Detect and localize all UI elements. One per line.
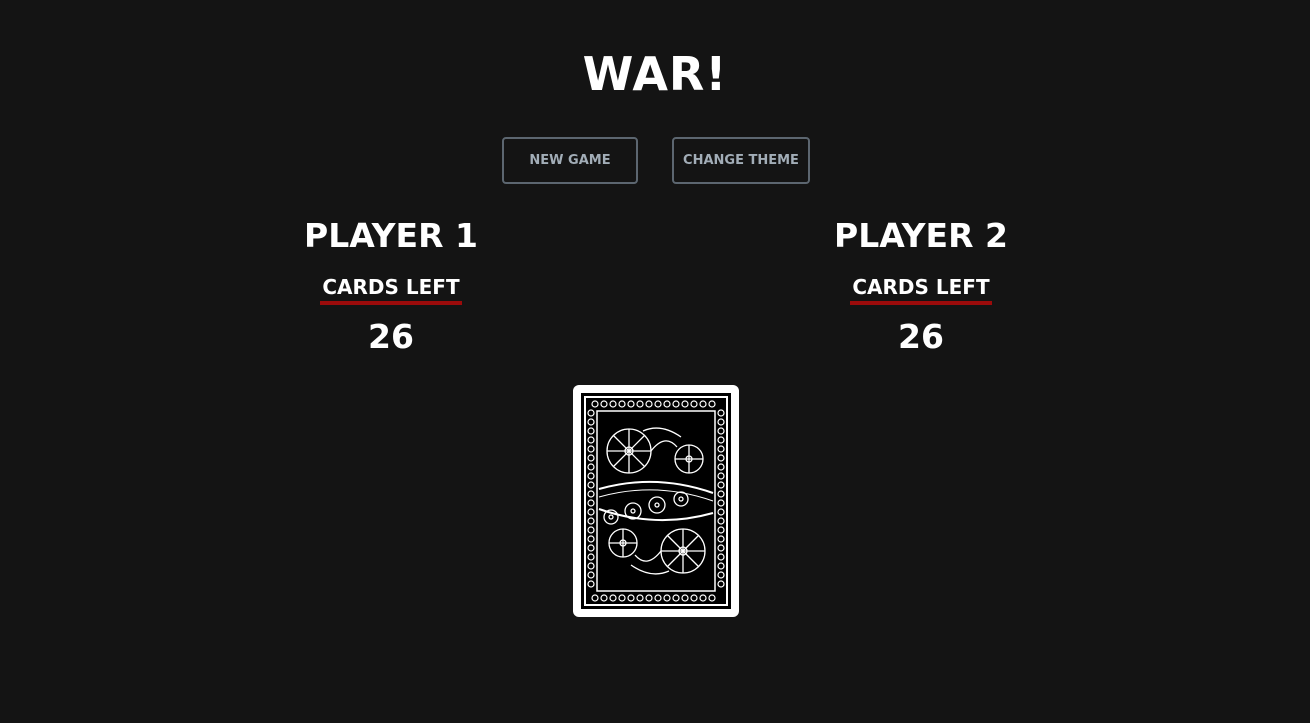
player-2-panel: PLAYER 2 CARDS LEFT 26 bbox=[791, 212, 1051, 357]
player-1-card-count: 26 bbox=[368, 317, 414, 356]
player-2-card-count: 26 bbox=[898, 317, 944, 356]
game-title: WAR! bbox=[582, 47, 728, 101]
player-1-name: PLAYER 1 bbox=[304, 216, 478, 255]
deck-card[interactable] bbox=[573, 385, 739, 617]
player-2-name: PLAYER 2 bbox=[834, 216, 1008, 255]
player-1-cards-left-label: CARDS LEFT bbox=[320, 275, 462, 305]
war-game-page: WAR! NEW GAME CHANGE THEME PLAYER 1 CARD… bbox=[0, 0, 1310, 723]
new-game-button[interactable]: NEW GAME bbox=[502, 137, 638, 184]
change-theme-button[interactable]: CHANGE THEME bbox=[672, 137, 810, 184]
player-2-cards-left-label: CARDS LEFT bbox=[850, 275, 992, 305]
card-back-icon bbox=[581, 393, 731, 609]
player-1-panel: PLAYER 1 CARDS LEFT 26 bbox=[261, 212, 521, 357]
